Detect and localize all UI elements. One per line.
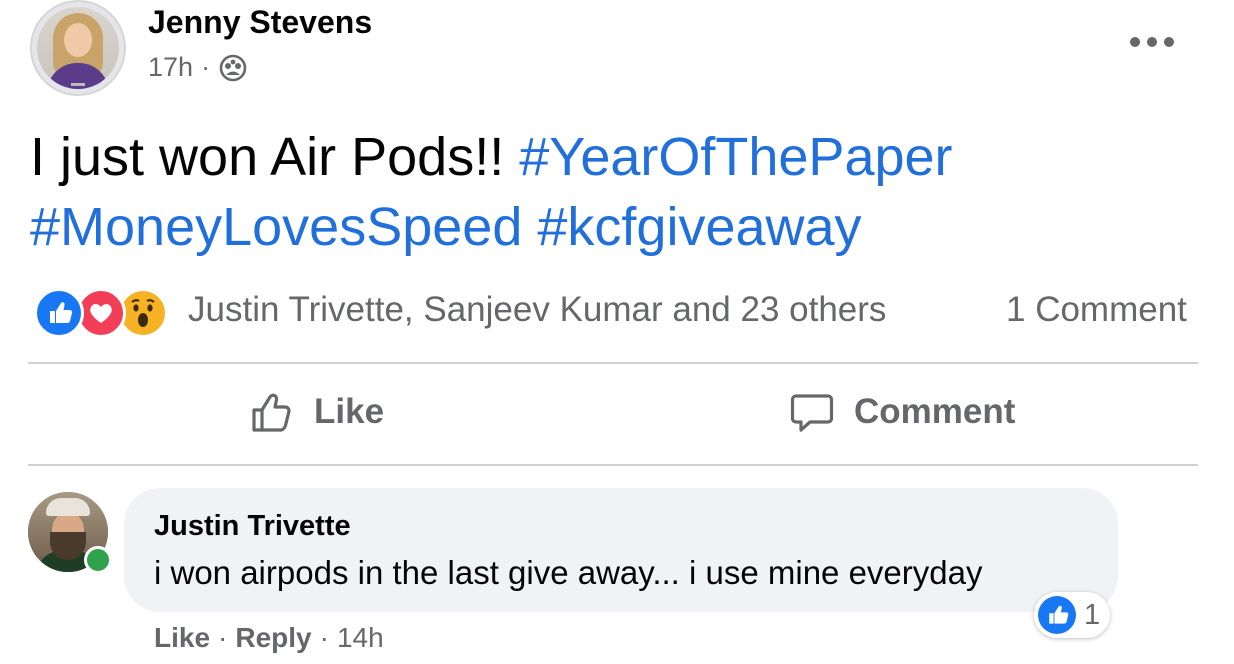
comment-actions: Like · Reply · 14h	[154, 622, 384, 654]
comment-reply-link[interactable]: Reply	[235, 622, 311, 654]
post-text-plain: I just won Air Pods!!	[30, 127, 505, 187]
post-meta: 17h ·	[148, 52, 248, 83]
post-text: I just won Air Pods!! #YearOfThePaper #M…	[30, 122, 1220, 262]
comment-reaction-badge[interactable]: 1	[1034, 592, 1111, 638]
comment-bubble	[124, 488, 1118, 612]
divider	[28, 362, 1198, 364]
comment-text: i won airpods in the last give away... i…	[154, 554, 983, 591]
like-button[interactable]: Like	[248, 388, 384, 436]
comment-author[interactable]: Justin Trivette	[154, 510, 351, 543]
hashtag-link[interactable]: #kcfgiveaway	[537, 197, 861, 257]
online-status-indicator	[84, 546, 112, 574]
author-name[interactable]: Jenny Stevens	[148, 4, 372, 41]
separator: ·	[319, 622, 329, 653]
reaction-icons[interactable]	[34, 288, 170, 338]
friends-privacy-icon[interactable]	[218, 53, 248, 83]
comment-reaction-count: 1	[1084, 598, 1101, 631]
comment-like-link[interactable]: Like	[154, 622, 210, 654]
comment-button-label: Comment	[854, 392, 1016, 431]
more-options-icon[interactable]	[1130, 34, 1174, 50]
author-avatar-image	[37, 7, 119, 89]
comment-button[interactable]: Comment	[788, 388, 1015, 436]
author-avatar[interactable]	[30, 0, 126, 96]
divider	[28, 464, 1198, 466]
comments-count[interactable]: 1 Comment	[1006, 290, 1187, 330]
comment-icon	[790, 394, 834, 432]
meta-separator: ·	[201, 52, 211, 82]
comment-timestamp[interactable]: 14h	[337, 622, 384, 654]
post-timestamp[interactable]: 17h	[148, 52, 193, 83]
reactors-summary[interactable]: Justin Trivette, Sanjeev Kumar and 23 ot…	[188, 290, 886, 330]
like-icon	[1038, 596, 1076, 634]
thumbs-up-icon	[252, 393, 291, 432]
hashtag-link[interactable]: #YearOfThePaper	[519, 127, 952, 187]
like-button-label: Like	[314, 392, 385, 431]
hashtag-link[interactable]: #MoneyLovesSpeed	[30, 197, 522, 257]
like-icon	[34, 288, 84, 338]
separator: ·	[218, 622, 228, 653]
